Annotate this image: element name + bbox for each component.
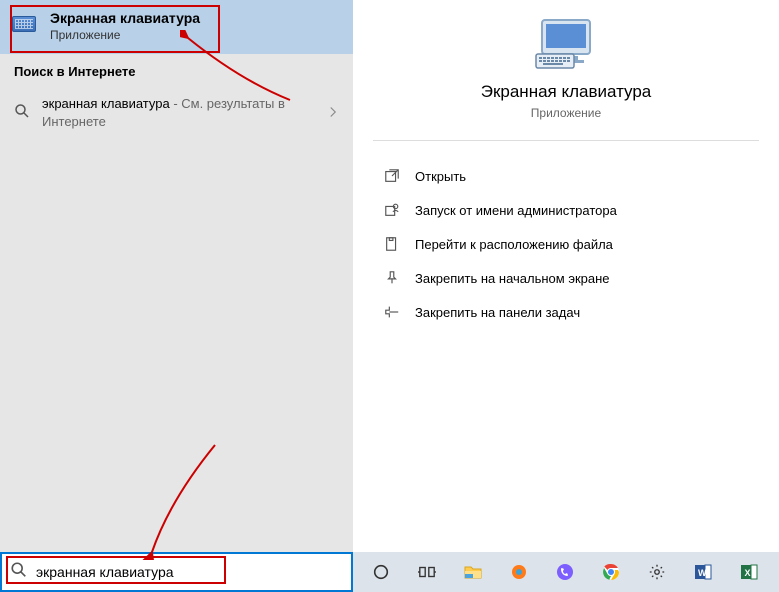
taskbar-chrome[interactable] [589, 552, 633, 592]
pin-start-icon [383, 269, 401, 287]
chevron-right-icon [327, 105, 339, 121]
taskbar: W X [353, 552, 779, 592]
action-open-label: Открыть [415, 169, 466, 184]
svg-text:W: W [698, 568, 707, 578]
svg-text:X: X [745, 568, 751, 578]
taskbar-task-view[interactable] [405, 552, 449, 592]
action-location-label: Перейти к расположению файла [415, 237, 613, 252]
taskbar-app-orange[interactable] [497, 552, 541, 592]
taskbar-cortana[interactable] [359, 552, 403, 592]
taskbar-file-explorer[interactable] [451, 552, 495, 592]
actions-list: Открыть Запуск от имени администратора П… [353, 141, 779, 347]
admin-icon [383, 201, 401, 219]
search-icon [10, 561, 30, 584]
details-panel: Экранная клавиатура Приложение Открыть [353, 0, 779, 552]
taskbar-excel[interactable]: X [727, 552, 771, 592]
pin-taskbar-icon [383, 303, 401, 321]
action-pin-taskbar[interactable]: Закрепить на панели задач [353, 295, 779, 329]
action-file-location[interactable]: Перейти к расположению файла [353, 227, 779, 261]
action-run-as-admin[interactable]: Запуск от имени администратора [353, 193, 779, 227]
best-match-subtitle: Приложение [50, 28, 341, 42]
search-results-panel: Экранная клавиатура Приложение Поиск в И… [0, 0, 353, 552]
web-result-text: экранная клавиатура - См. результаты в И… [42, 95, 315, 131]
web-section-header: Поиск в Интернете [0, 54, 353, 87]
action-admin-label: Запуск от имени администратора [415, 203, 617, 218]
taskbar-word[interactable]: W [681, 552, 725, 592]
osk-large-icon [534, 18, 598, 70]
details-subtitle: Приложение [353, 106, 779, 120]
web-search-result[interactable]: экранная клавиатура - См. результаты в И… [0, 87, 353, 139]
details-title: Экранная клавиатура [353, 82, 779, 102]
taskbar-settings[interactable] [635, 552, 679, 592]
action-open[interactable]: Открыть [353, 159, 779, 193]
best-match-result[interactable]: Экранная клавиатура Приложение [0, 0, 353, 54]
action-pin-start[interactable]: Закрепить на начальном экране [353, 261, 779, 295]
folder-icon [383, 235, 401, 253]
search-bar[interactable] [0, 552, 353, 592]
osk-app-icon [12, 12, 40, 40]
search-icon [14, 103, 30, 124]
best-match-title: Экранная клавиатура [50, 10, 341, 26]
search-input[interactable] [30, 564, 343, 580]
action-pin-start-label: Закрепить на начальном экране [415, 271, 610, 286]
action-pin-taskbar-label: Закрепить на панели задач [415, 305, 580, 320]
open-icon [383, 167, 401, 185]
taskbar-viber[interactable] [543, 552, 587, 592]
